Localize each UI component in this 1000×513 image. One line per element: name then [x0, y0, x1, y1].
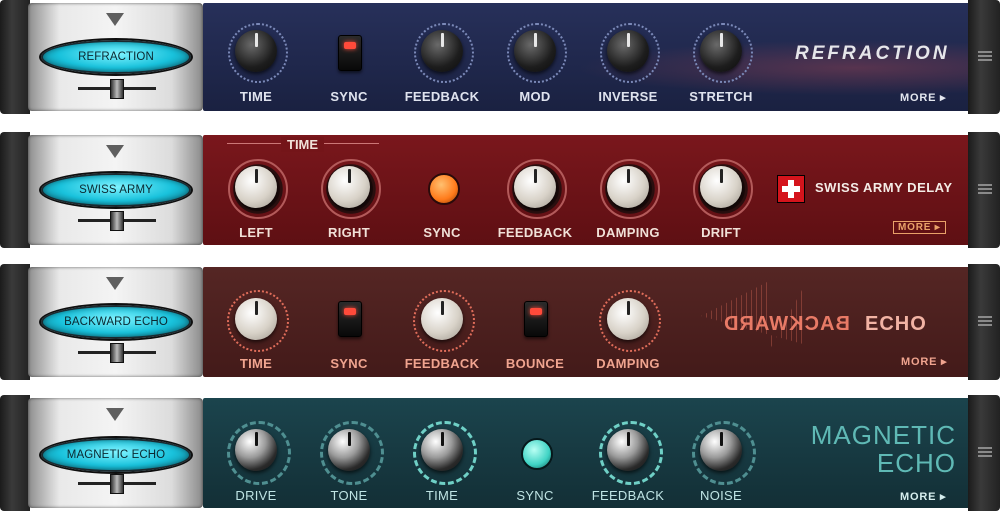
control-label: TONE [330, 488, 368, 503]
damping-knob[interactable] [607, 298, 649, 340]
preset-panel: BACKWARD ECHO [28, 267, 203, 377]
swiss-cross-icon [777, 175, 805, 203]
slider-handle[interactable] [110, 79, 124, 99]
brand-logo-reversed: BACKWARD [723, 313, 850, 335]
right-knob[interactable] [328, 166, 370, 208]
feedback-knob[interactable] [421, 298, 463, 340]
brand-logo: SWISS ARMY DELAY [815, 180, 953, 195]
more-button[interactable]: MORE ▸ [901, 355, 947, 368]
rack-refraction: REFRACTION TIME SYNC FEEDBACK MOD INVERS… [0, 0, 1000, 114]
preset-name-button[interactable]: SWISS ARMY [41, 173, 191, 207]
feedback-knob[interactable] [514, 166, 556, 208]
rack-swiss-army: SWISS ARMY TIME LEFT RIGHT SYNC FEEDBACK… [0, 132, 1000, 248]
bounce-toggle[interactable] [524, 301, 548, 337]
preset-name-button[interactable]: MAGNETIC ECHO [41, 438, 191, 472]
mix-slider[interactable] [78, 343, 156, 363]
control-label: SYNC [516, 488, 554, 503]
more-button[interactable]: MORE ▸ [893, 221, 946, 234]
control-label: BOUNCE [505, 356, 565, 371]
brand-logo: ECHO [865, 313, 927, 335]
rack-ear-left [0, 0, 30, 114]
control-label: DAMPING [596, 225, 660, 240]
control-label: FEEDBACK [404, 356, 480, 371]
control-label: TIME [425, 488, 459, 503]
device-face: TIME SYNC FEEDBACK BOUNCE DAMPING BACKWA… [203, 267, 970, 377]
control-label: FEEDBACK [591, 488, 665, 503]
brand-logo-line2: ECHO [876, 448, 956, 478]
mod-knob[interactable] [514, 30, 556, 72]
sync-led-button[interactable] [521, 438, 553, 470]
control-label: LEFT [239, 225, 273, 240]
control-label: INVERSE [598, 89, 658, 104]
control-label: FEEDBACK [497, 225, 573, 240]
control-label: MOD [519, 89, 551, 104]
sync-toggle[interactable] [338, 35, 362, 71]
mix-slider[interactable] [78, 79, 156, 99]
mix-slider[interactable] [78, 474, 156, 494]
sync-led-button[interactable] [428, 173, 460, 205]
control-label: TIME [239, 89, 273, 104]
preset-name-button[interactable]: BACKWARD ECHO [41, 305, 191, 339]
device-face: DRIVE TONE TIME SYNC FEEDBACK NOISE MAGN… [203, 398, 970, 508]
control-label: SYNC [330, 356, 368, 371]
brand-logo: REFRACTION [795, 43, 950, 64]
grip-icon[interactable] [978, 316, 992, 328]
control-label: SYNC [330, 89, 368, 104]
grip-icon[interactable] [978, 447, 992, 459]
control-label: TIME [239, 356, 273, 371]
control-label: NOISE [700, 488, 742, 503]
control-label: STRETCH [689, 89, 753, 104]
stretch-knob[interactable] [700, 30, 742, 72]
brand-logo-line1: MAGNETIC [810, 420, 956, 450]
time-knob[interactable] [421, 429, 463, 471]
control-label: SYNC [423, 225, 461, 240]
preset-panel: MAGNETIC ECHO [28, 398, 203, 508]
feedback-knob[interactable] [607, 429, 649, 471]
time-knob[interactable] [235, 298, 277, 340]
feedback-knob[interactable] [421, 30, 463, 72]
device-face: TIME LEFT RIGHT SYNC FEEDBACK DAMPING DR… [203, 135, 970, 245]
time-knob[interactable] [235, 30, 277, 72]
collapse-arrow-icon[interactable] [106, 408, 124, 421]
rack-ear-right [968, 0, 1000, 114]
control-label: DAMPING [596, 356, 660, 371]
time-group-text: TIME [281, 137, 325, 152]
rack-magnetic-echo: MAGNETIC ECHO DRIVE TONE TIME SYNC FEEDB… [0, 395, 1000, 511]
drift-knob[interactable] [700, 166, 742, 208]
preset-name-button[interactable]: REFRACTION [41, 40, 191, 74]
more-button[interactable]: MORE ▸ [900, 490, 946, 503]
preset-panel: SWISS ARMY [28, 135, 203, 245]
sync-toggle[interactable] [338, 301, 362, 337]
damping-knob[interactable] [607, 166, 649, 208]
collapse-arrow-icon[interactable] [106, 277, 124, 290]
left-knob[interactable] [235, 166, 277, 208]
grip-icon[interactable] [978, 51, 992, 63]
mix-slider[interactable] [78, 211, 156, 231]
grip-icon[interactable] [978, 184, 992, 196]
control-label: RIGHT [328, 225, 370, 240]
device-face: TIME SYNC FEEDBACK MOD INVERSE STRETCH R… [203, 3, 970, 111]
rack-backward-echo: BACKWARD ECHO TIME SYNC FEEDBACK BOUNCE … [0, 264, 1000, 380]
drive-knob[interactable] [235, 429, 277, 471]
tone-knob[interactable] [328, 429, 370, 471]
control-label: FEEDBACK [404, 89, 480, 104]
more-button[interactable]: MORE ▸ [900, 91, 946, 104]
inverse-knob[interactable] [607, 30, 649, 72]
control-label: DRIFT [701, 225, 741, 240]
noise-knob[interactable] [700, 429, 742, 471]
control-label: DRIVE [235, 488, 277, 503]
preset-panel: REFRACTION [28, 3, 203, 111]
collapse-arrow-icon[interactable] [106, 13, 124, 26]
collapse-arrow-icon[interactable] [106, 145, 124, 158]
